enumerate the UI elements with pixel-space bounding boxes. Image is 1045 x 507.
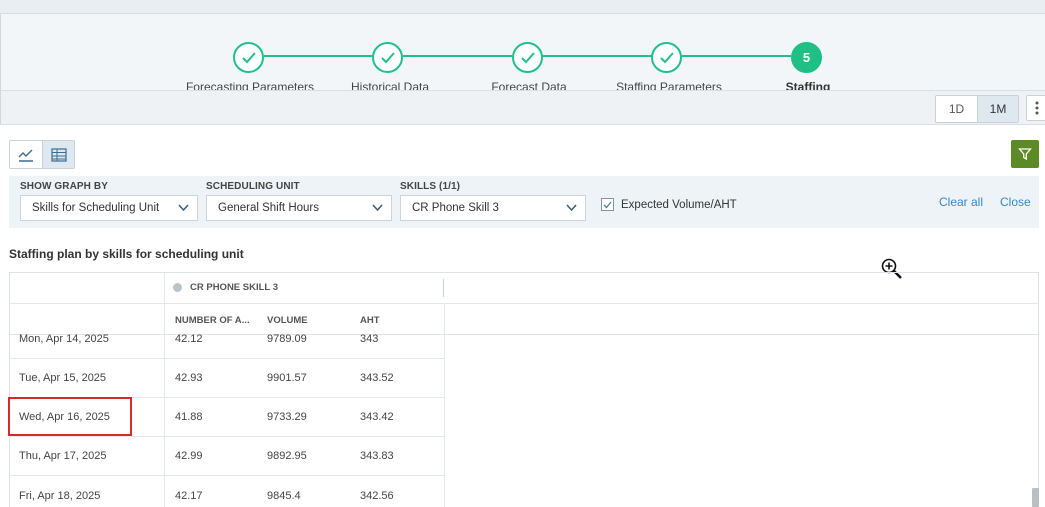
- aht-cell: 343.42: [360, 411, 394, 423]
- table-icon: [50, 147, 67, 162]
- skills-label: SKILLS (1/1): [400, 181, 461, 192]
- range-selector: 1D 1M: [935, 95, 1019, 123]
- top-bar: [0, 0, 1045, 14]
- step-5-active[interactable]: 5: [791, 42, 822, 73]
- skills-select[interactable]: CR Phone Skill 3: [400, 195, 586, 221]
- volume-cell: 9901.57: [267, 372, 307, 384]
- chart-view-button[interactable]: [10, 141, 42, 168]
- date-cell: Thu, Apr 17, 2025: [19, 450, 107, 462]
- column-resize-handle[interactable]: [443, 279, 444, 297]
- check-icon: [603, 201, 612, 208]
- agents-cell: 42.99: [175, 450, 203, 462]
- range-1m-button[interactable]: 1M: [977, 96, 1018, 122]
- vertical-scrollbar[interactable]: [1032, 488, 1039, 507]
- volume-cell: 9845.4: [267, 489, 301, 502]
- agents-cell: 42.17: [175, 489, 203, 502]
- agents-cell: 42.93: [175, 372, 203, 384]
- skills-value: CR Phone Skill 3: [412, 202, 499, 214]
- table-row[interactable]: Fri, Apr 18, 2025 42.17 9845.4 342.56: [10, 476, 444, 507]
- kebab-menu-icon: [1035, 101, 1039, 115]
- check-icon: [520, 51, 535, 63]
- highlight-box: [8, 397, 132, 436]
- table-view-button[interactable]: [42, 141, 74, 168]
- show-graph-by-label: SHOW GRAPH BY: [20, 181, 108, 192]
- date-cell: Fri, Apr 18, 2025: [19, 489, 101, 502]
- expected-volume-label[interactable]: Expected Volume/AHT: [621, 199, 737, 211]
- table-row[interactable]: Tue, Apr 15, 2025 42.93 9901.57 343.52: [10, 359, 444, 398]
- agents-cell: 42.12: [175, 333, 203, 345]
- range-toolbar: 1D 1M: [0, 90, 1045, 125]
- chevron-down-icon: [566, 204, 577, 212]
- date-cell: Mon, Apr 14, 2025: [19, 333, 109, 345]
- clear-all-link[interactable]: Clear all: [939, 195, 983, 209]
- filter-button[interactable]: [1011, 140, 1039, 168]
- step-4-complete[interactable]: [651, 42, 682, 73]
- section-title: Staffing plan by skills for scheduling u…: [9, 247, 244, 261]
- scheduling-unit-value: General Shift Hours: [218, 202, 319, 214]
- close-link[interactable]: Close: [1000, 195, 1031, 209]
- volume-cell: 9892.95: [267, 450, 307, 462]
- step-3-complete[interactable]: [512, 42, 543, 73]
- step-2-complete[interactable]: [372, 42, 403, 73]
- more-options-button[interactable]: [1026, 95, 1045, 121]
- skill-group-label: CR PHONE SKILL 3: [190, 282, 278, 293]
- step-number: 5: [802, 50, 811, 65]
- step-connector: [682, 55, 791, 57]
- step-1-complete[interactable]: [233, 42, 264, 73]
- aht-cell: 343.52: [360, 372, 394, 384]
- wizard-stepper: 5 Forecasting Parameters Historical Data…: [0, 14, 1045, 94]
- filter-panel: SHOW GRAPH BY Skills for Scheduling Unit…: [9, 176, 1039, 228]
- step-connector: [403, 55, 512, 57]
- scheduling-unit-label: SCHEDULING UNIT: [206, 181, 300, 192]
- series-dot-icon: [173, 283, 182, 292]
- chevron-down-icon: [372, 204, 383, 212]
- aht-cell: 343.83: [360, 450, 394, 462]
- view-toggle: [9, 140, 75, 169]
- agents-cell: 41.88: [175, 411, 203, 423]
- date-cell: Tue, Apr 15, 2025: [19, 372, 107, 384]
- table-row[interactable]: Mon, Apr 14, 2025 42.12 9789.09 343: [10, 320, 444, 359]
- expected-volume-checkbox[interactable]: [601, 198, 614, 211]
- scheduling-unit-select[interactable]: General Shift Hours: [206, 195, 392, 221]
- range-1d-button[interactable]: 1D: [936, 96, 977, 122]
- check-icon: [659, 51, 674, 63]
- volume-cell: 9733.29: [267, 411, 307, 423]
- show-graph-by-value: Skills for Scheduling Unit: [32, 202, 160, 214]
- aht-cell: 343: [360, 333, 379, 345]
- chevron-down-icon: [178, 204, 189, 212]
- staffing-table: CR PHONE SKILL 3 NUMBER OF A... VOLUME A…: [9, 272, 1039, 507]
- line-chart-icon: [18, 149, 33, 162]
- volume-cell: 9789.09: [267, 333, 307, 345]
- aht-cell: 342.56: [360, 489, 394, 502]
- step-connector: [264, 55, 373, 57]
- check-icon: [380, 51, 395, 63]
- skill-group-header: CR PHONE SKILL 3: [173, 282, 278, 293]
- column-divider: [444, 304, 445, 507]
- funnel-icon: [1018, 148, 1032, 161]
- show-graph-by-select[interactable]: Skills for Scheduling Unit: [20, 195, 198, 221]
- table-row[interactable]: Thu, Apr 17, 2025 42.99 9892.95 343.83: [10, 437, 444, 476]
- step-connector: [542, 55, 652, 57]
- check-icon: [241, 51, 256, 63]
